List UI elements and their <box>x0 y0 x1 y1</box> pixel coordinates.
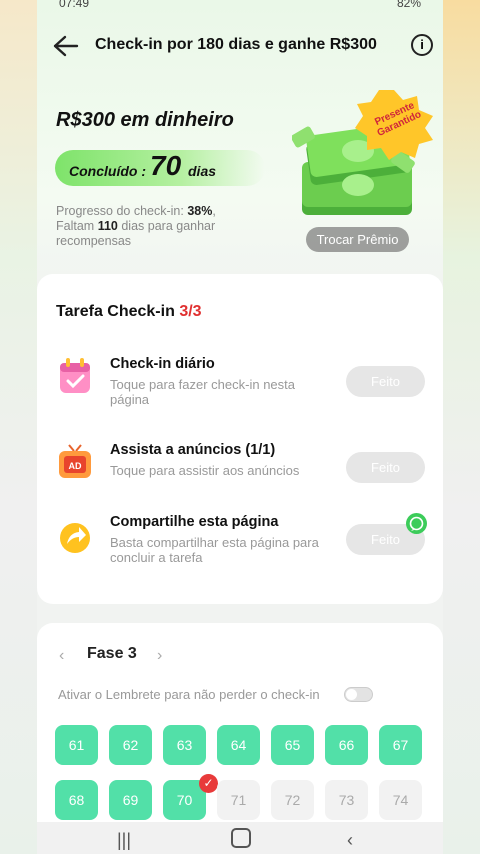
day-cell[interactable]: 71 <box>217 780 260 820</box>
day-cell[interactable]: 61 <box>55 725 98 765</box>
info-icon[interactable]: i <box>411 34 433 56</box>
day-cell[interactable]: 73 <box>325 780 368 820</box>
status-bar: 07:49 82% <box>37 0 443 14</box>
prize-title: R$300 em dinheiro <box>56 109 234 131</box>
share-arrow-icon <box>60 523 90 553</box>
task-share-page: Compartilhe esta página Basta compartilh… <box>37 514 443 584</box>
swap-prize-button[interactable]: Trocar Prêmio <box>306 227 409 252</box>
day-cell[interactable]: 64 <box>217 725 260 765</box>
whatsapp-icon <box>406 513 427 534</box>
day-cell[interactable]: 65 <box>271 725 314 765</box>
page-title: Check-in por 180 dias e ganhe R$300 <box>95 36 377 53</box>
whatsapp-glyph-icon <box>409 516 424 531</box>
status-time: 07:49 <box>59 0 90 10</box>
day-cell[interactable]: 68 <box>55 780 98 820</box>
home-icon[interactable] <box>231 828 251 848</box>
task-description: Toque para assistir aos anúncios <box>110 463 300 478</box>
task-watch-ads: AD Assista a anúncios (1/1) Toque para a… <box>37 442 443 512</box>
day-cell[interactable]: 69 <box>109 780 152 820</box>
calendar-icon <box>60 358 90 393</box>
day-cell[interactable]: 74 <box>379 780 422 820</box>
task-description: Basta compartilhar esta página para conc… <box>110 535 319 565</box>
progress-text: Progresso do check-in: 38%, Faltam 110 d… <box>56 204 216 248</box>
task-description: Toque para fazer check-in nesta página <box>110 377 295 407</box>
day-cell[interactable]: 72 <box>271 780 314 820</box>
progress-percent: 38% <box>187 204 213 218</box>
task-daily-checkin: Check-in diário Toque para fazer check-i… <box>37 356 443 426</box>
tasks-heading-label: Tarefa Check-in <box>56 303 175 320</box>
completed-unit: dias <box>188 163 217 179</box>
remaining-prefix: Faltam <box>56 219 95 233</box>
day-cell[interactable]: 62 <box>109 725 152 765</box>
task-name: Compartilhe esta página <box>110 514 279 530</box>
task-name: Assista a anúncios (1/1) <box>110 442 276 458</box>
day-cell[interactable]: 67 <box>379 725 422 765</box>
task-name: Check-in diário <box>110 356 215 372</box>
system-nav-bar: ||| ‹ <box>37 822 443 854</box>
svg-text:AD: AD <box>69 461 82 471</box>
nav-back-icon[interactable]: ‹ <box>347 830 353 851</box>
progress-label: Progresso do check-in: <box>56 204 184 218</box>
tv-ad-icon: AD <box>59 444 91 478</box>
completed-days: 70 <box>150 150 182 181</box>
completed-label: Concluído : <box>69 163 146 179</box>
background-blur-right <box>442 0 480 854</box>
tasks-heading: Tarefa Check-in 3/3 <box>56 303 202 321</box>
today-check-icon: ✓ <box>199 774 218 793</box>
background-blur-left <box>0 0 38 854</box>
task-done-button[interactable]: Feito <box>346 452 425 483</box>
recent-apps-icon[interactable]: ||| <box>117 830 131 851</box>
day-cell[interactable]: 63 <box>163 725 206 765</box>
task-done-button[interactable]: Feito <box>346 366 425 397</box>
reminder-text: Ativar o Lembrete para não perder o chec… <box>58 687 320 702</box>
remaining-days: 110 <box>97 219 118 233</box>
phase-label: Fase 3 <box>87 645 137 662</box>
tasks-count: 3/3 <box>179 303 202 320</box>
day-cell[interactable]: 66 <box>325 725 368 765</box>
back-arrow-icon[interactable] <box>51 34 79 58</box>
status-battery: 82% <box>396 0 421 10</box>
chevron-right-icon[interactable]: › <box>157 647 162 665</box>
header: Check-in por 180 dias e ganhe R$300 i <box>37 26 443 66</box>
reminder-toggle[interactable] <box>344 687 373 702</box>
chevron-left-icon[interactable]: ‹ <box>59 647 64 665</box>
app-screen: 07:49 82% Check-in por 180 dias e ganhe … <box>37 0 443 854</box>
